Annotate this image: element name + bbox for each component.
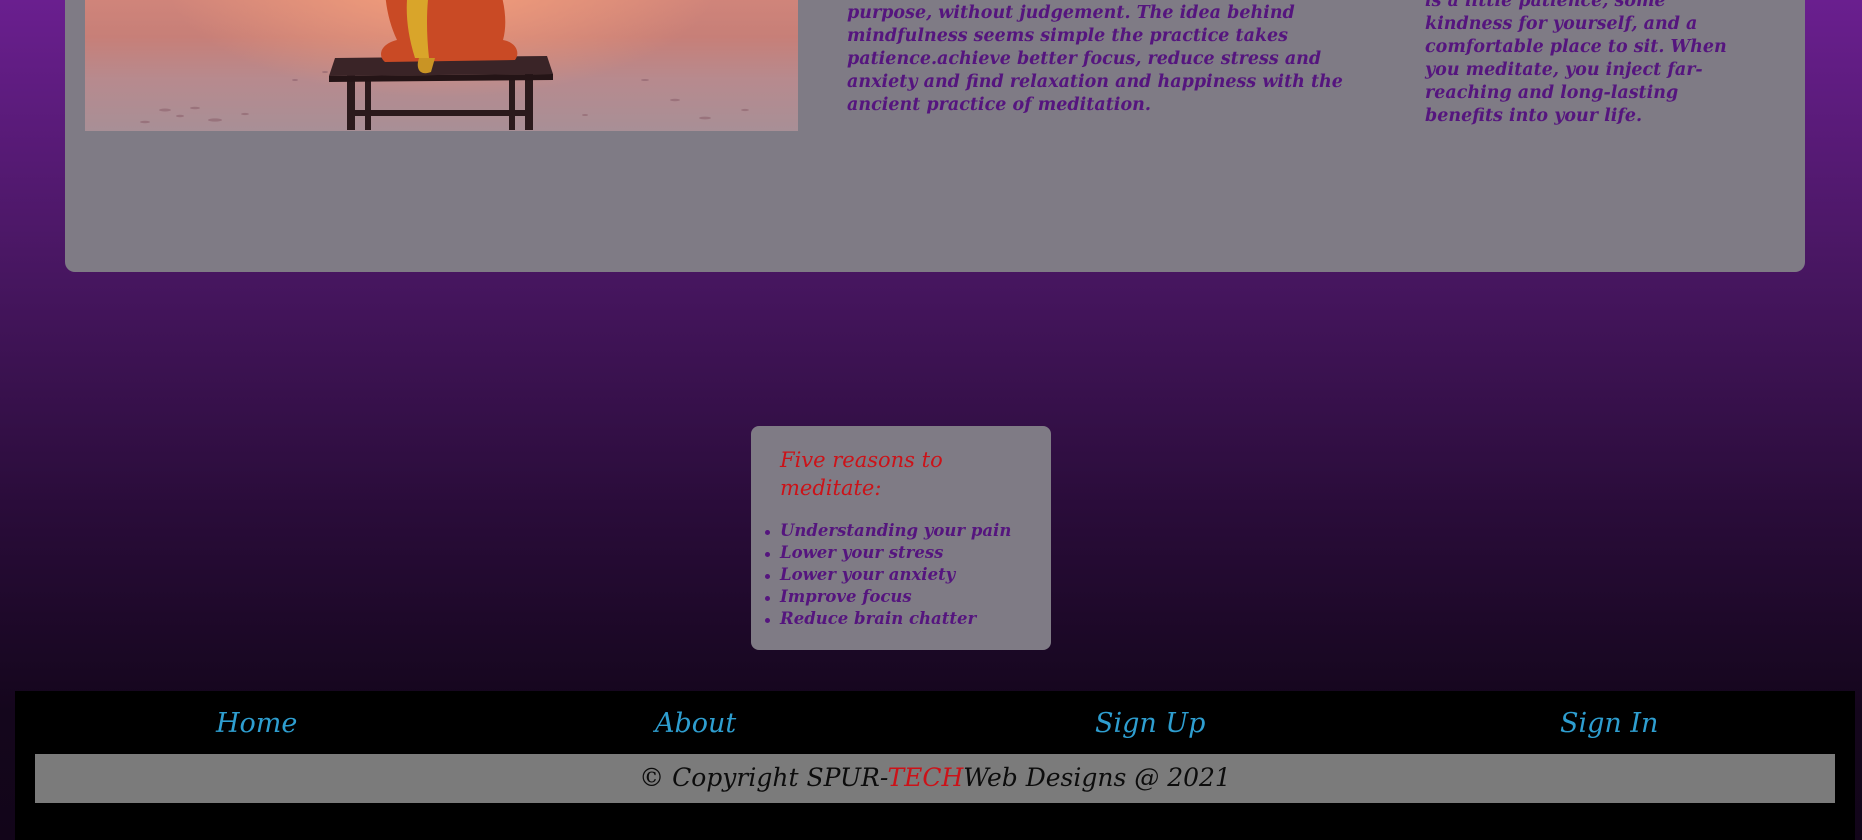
list-item: Understanding your pain [764, 521, 1012, 540]
copyright-prefix: © Copyright SPUR- [639, 763, 888, 792]
nav-link-sign-in[interactable]: Sign In [1560, 708, 1658, 740]
intro-paragraph: purpose, without judgement. The idea beh… [847, 3, 1343, 115]
reasons-title: Five reasons to meditate: [780, 448, 943, 500]
side-paragraph: is a little patience, some kindness for … [1425, 0, 1727, 126]
nav-link-about[interactable]: About [655, 708, 736, 740]
content-card: purpose, without judgement. The idea beh… [65, 0, 1805, 272]
reasons-box: Five reasons to meditate: Understanding … [751, 426, 1051, 650]
nav-link-home[interactable]: Home [216, 708, 297, 740]
meditation-photo [85, 0, 798, 131]
copyright-text: © Copyright SPUR-TECHWeb Designs @ 2021 [639, 762, 1231, 794]
reasons-list: Understanding your pain Lower your stres… [764, 520, 1012, 630]
nav-link-sign-up[interactable]: Sign Up [1095, 708, 1205, 740]
list-item: Lower your anxiety [764, 564, 1011, 586]
list-item: Improve focus [764, 586, 1011, 608]
brand-highlight: TECH [887, 763, 964, 792]
list-item: Reduce brain chatter [764, 608, 1011, 630]
list-item: Lower your stress [764, 542, 1011, 564]
footer: Home About Sign Up Sign In © Copyright S… [15, 691, 1855, 840]
copyright-bar: © Copyright SPUR-TECHWeb Designs @ 2021 [35, 754, 1835, 803]
copyright-suffix: Web Designs @ 2021 [963, 763, 1231, 792]
footer-nav: Home About Sign Up Sign In [15, 691, 1855, 753]
